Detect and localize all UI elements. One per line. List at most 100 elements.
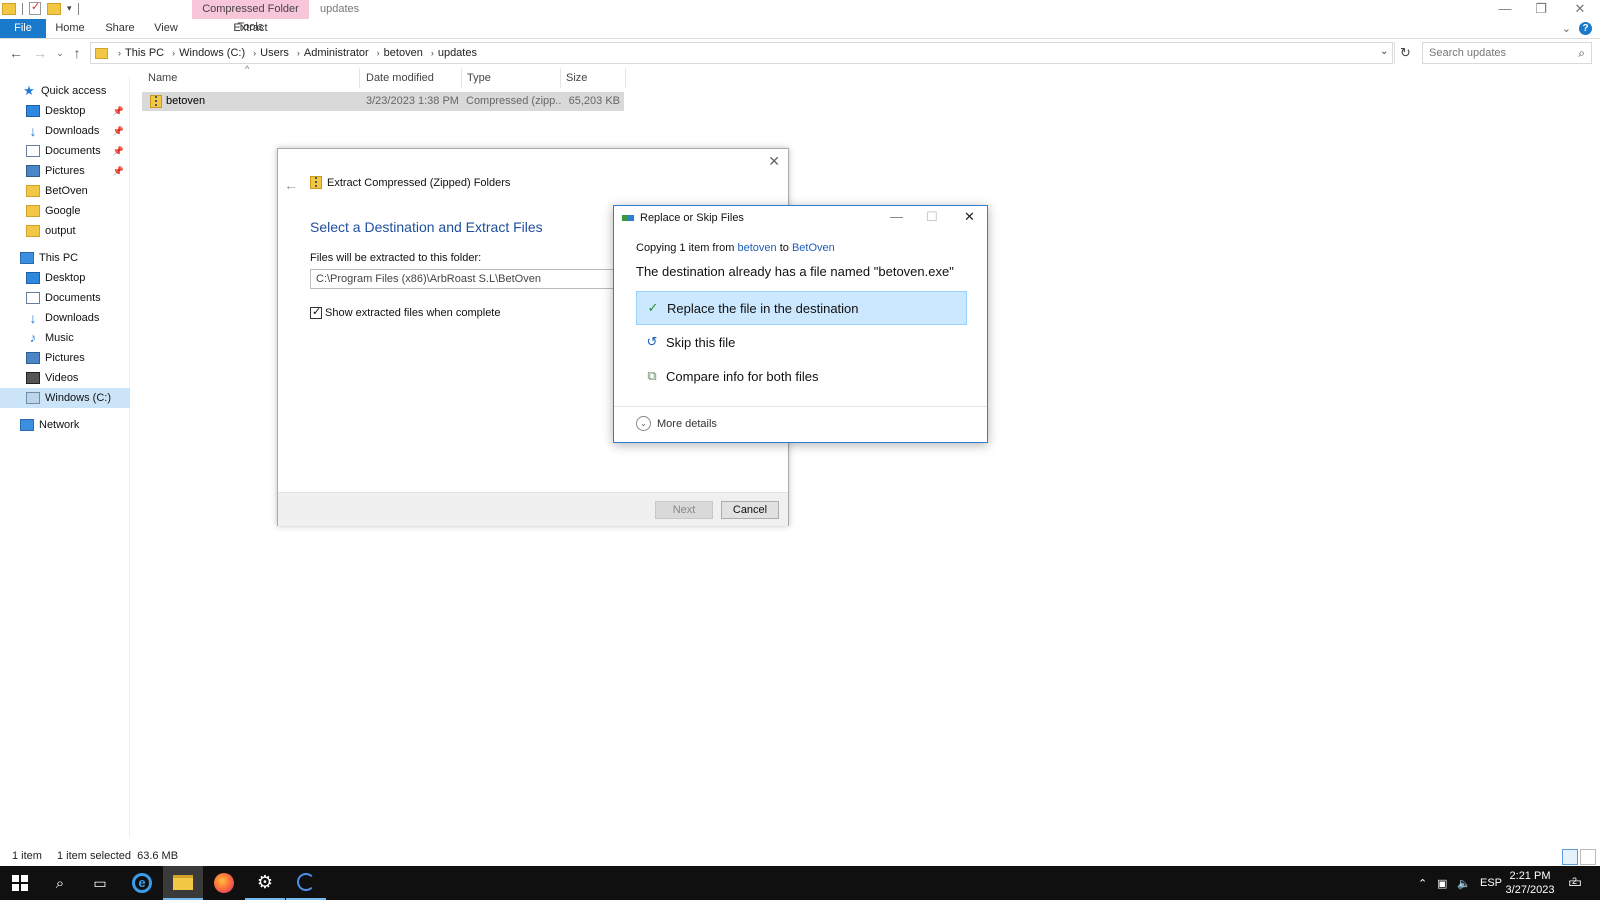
drive-icon xyxy=(26,392,40,404)
details-view-button[interactable] xyxy=(1562,849,1578,865)
pin-icon[interactable]: 📌 xyxy=(113,146,124,157)
folder-icon xyxy=(2,2,16,15)
firefox-button[interactable] xyxy=(204,866,244,900)
show-files-option[interactable]: Show extracted files when complete xyxy=(310,305,500,319)
file-explorer-button[interactable] xyxy=(163,866,203,900)
forward-arrow-icon[interactable]: → xyxy=(30,43,50,63)
pin-icon[interactable]: 📌 xyxy=(113,166,124,177)
tab-view[interactable]: View xyxy=(148,19,184,38)
nav-pc-windows-c[interactable]: Windows (C:) xyxy=(0,388,130,408)
column-header-size[interactable]: Size xyxy=(562,68,626,88)
refresh-icon[interactable]: ↻ xyxy=(1394,42,1416,64)
settings-button[interactable]: ⚙ xyxy=(245,866,285,900)
nav-pc-videos[interactable]: Videos xyxy=(0,368,130,388)
restore-button[interactable]: ❐ xyxy=(1523,0,1559,19)
back-arrow-icon[interactable]: ← xyxy=(6,43,26,63)
tab-home[interactable]: Home xyxy=(52,19,88,38)
address-dropdown-icon[interactable]: ⌄ xyxy=(1380,46,1388,57)
search-input[interactable] xyxy=(1429,47,1579,59)
network-icon xyxy=(20,419,34,431)
column-header-name[interactable]: Name xyxy=(144,68,360,88)
next-button[interactable]: Next xyxy=(655,501,713,519)
back-arrow-icon[interactable]: ← xyxy=(284,177,298,193)
expand-ribbon-icon[interactable]: ⌄ xyxy=(1562,22,1571,35)
pin-icon[interactable]: 📌 xyxy=(113,126,124,137)
nav-this-pc[interactable]: This PC xyxy=(0,248,130,268)
nav-qa-betoven[interactable]: BetOven xyxy=(0,181,130,201)
search-box[interactable]: ⌕ xyxy=(1422,42,1592,64)
tab-file[interactable]: File xyxy=(0,19,46,38)
source-link[interactable]: betoven xyxy=(738,242,777,254)
start-button[interactable] xyxy=(0,866,40,900)
column-header-type[interactable]: Type xyxy=(463,68,561,88)
option-label: Replace the file in the destination xyxy=(667,300,859,316)
nav-pc-documents[interactable]: Documents xyxy=(0,288,130,308)
close-button[interactable]: ✕ xyxy=(1562,0,1598,19)
customize-toolbar-icon[interactable]: ▾ xyxy=(67,3,72,14)
address-bar[interactable]: › This PC › Windows (C:) › Users › Admin… xyxy=(90,42,1393,64)
help-icon[interactable]: ? xyxy=(1579,22,1592,35)
nav-pc-downloads[interactable]: ↓ Downloads xyxy=(0,308,130,328)
nav-qa-google[interactable]: Google xyxy=(0,201,130,221)
nav-qa-pictures[interactable]: Pictures 📌 xyxy=(0,161,130,181)
more-details-label: More details xyxy=(657,417,717,430)
nav-pc-pictures[interactable]: Pictures xyxy=(0,348,130,368)
nav-qa-downloads[interactable]: ↓ Downloads 📌 xyxy=(0,121,130,141)
nav-label: Pictures xyxy=(45,165,85,177)
nav-quick-access[interactable]: ★ Quick access xyxy=(0,81,130,101)
destination-link[interactable]: BetOven xyxy=(792,242,835,254)
close-icon[interactable]: ✕ xyxy=(964,209,975,225)
tab-share[interactable]: Share xyxy=(100,19,140,38)
show-hidden-icons-button[interactable]: ⌃ xyxy=(1418,866,1427,900)
tab-extract[interactable]: Extract xyxy=(192,19,309,38)
nav-network[interactable]: Network xyxy=(0,415,130,435)
breadcrumb-administrator[interactable]: Administrator xyxy=(304,47,369,59)
notification-count: 2 xyxy=(1572,876,1578,886)
breadcrumb-betoven[interactable]: betoven xyxy=(384,47,423,59)
properties-icon[interactable] xyxy=(29,0,41,15)
search-button[interactable]: ⌕ xyxy=(40,866,80,900)
nav-label: This PC xyxy=(39,252,79,264)
chevron-right-icon[interactable]: › xyxy=(172,48,175,58)
minimize-button[interactable]: — xyxy=(1487,0,1523,19)
skip-arrow-icon: ↺ xyxy=(646,334,658,349)
internet-explorer-button[interactable]: e xyxy=(122,866,162,900)
task-view-button[interactable]: ▭ xyxy=(80,866,120,900)
search-icon[interactable]: ⌕ xyxy=(1578,46,1585,61)
nav-pc-music[interactable]: ♪ Music xyxy=(0,328,130,348)
chevron-right-icon[interactable]: › xyxy=(377,48,380,58)
replace-option[interactable]: ✓ Replace the file in the destination xyxy=(636,291,967,325)
breadcrumb-updates[interactable]: updates xyxy=(438,47,477,59)
file-row[interactable]: betoven 3/23/2023 1:38 PM Compressed (zi… xyxy=(142,92,624,111)
action-center-button[interactable]: ▭ 2 xyxy=(1565,873,1585,893)
network-tray-icon[interactable]: ▣ xyxy=(1437,866,1447,900)
breadcrumb-this-pc[interactable]: This PC xyxy=(125,47,164,59)
chevron-right-icon[interactable]: › xyxy=(253,48,256,58)
more-details-toggle[interactable]: ⌄ More details xyxy=(636,416,717,431)
loading-app-button[interactable] xyxy=(286,866,326,900)
show-files-checkbox[interactable] xyxy=(310,305,322,319)
breadcrumb-users[interactable]: Users xyxy=(260,47,289,59)
nav-qa-desktop[interactable]: Desktop 📌 xyxy=(0,101,130,121)
nav-qa-documents[interactable]: Documents 📌 xyxy=(0,141,130,161)
minimize-button[interactable]: — xyxy=(890,209,903,224)
nav-qa-output[interactable]: output xyxy=(0,221,130,241)
input-language-indicator[interactable]: ESP xyxy=(1480,866,1502,900)
up-arrow-icon[interactable]: ↑ xyxy=(67,43,87,63)
chevron-right-icon[interactable]: › xyxy=(431,48,434,58)
clock[interactable]: 2:21 PM 3/27/2023 xyxy=(1500,869,1560,897)
column-header-date-modified[interactable]: Date modified xyxy=(362,68,462,88)
new-folder-icon[interactable] xyxy=(47,2,61,15)
chevron-right-icon[interactable]: › xyxy=(297,48,300,58)
extract-heading: Select a Destination and Extract Files xyxy=(310,219,543,235)
close-icon[interactable]: ✕ xyxy=(768,153,780,170)
nav-pc-desktop[interactable]: Desktop xyxy=(0,268,130,288)
pin-icon[interactable]: 📌 xyxy=(113,106,124,117)
large-icons-view-button[interactable] xyxy=(1580,849,1596,865)
compare-option[interactable]: ⧉ Compare info for both files xyxy=(636,359,967,393)
breadcrumb-windows-c[interactable]: Windows (C:) xyxy=(179,47,245,59)
nav-label: Windows (C:) xyxy=(45,392,112,404)
skip-option[interactable]: ↺ Skip this file xyxy=(636,325,967,359)
volume-tray-icon[interactable]: 🔈 xyxy=(1457,866,1471,900)
cancel-button[interactable]: Cancel xyxy=(721,501,779,519)
